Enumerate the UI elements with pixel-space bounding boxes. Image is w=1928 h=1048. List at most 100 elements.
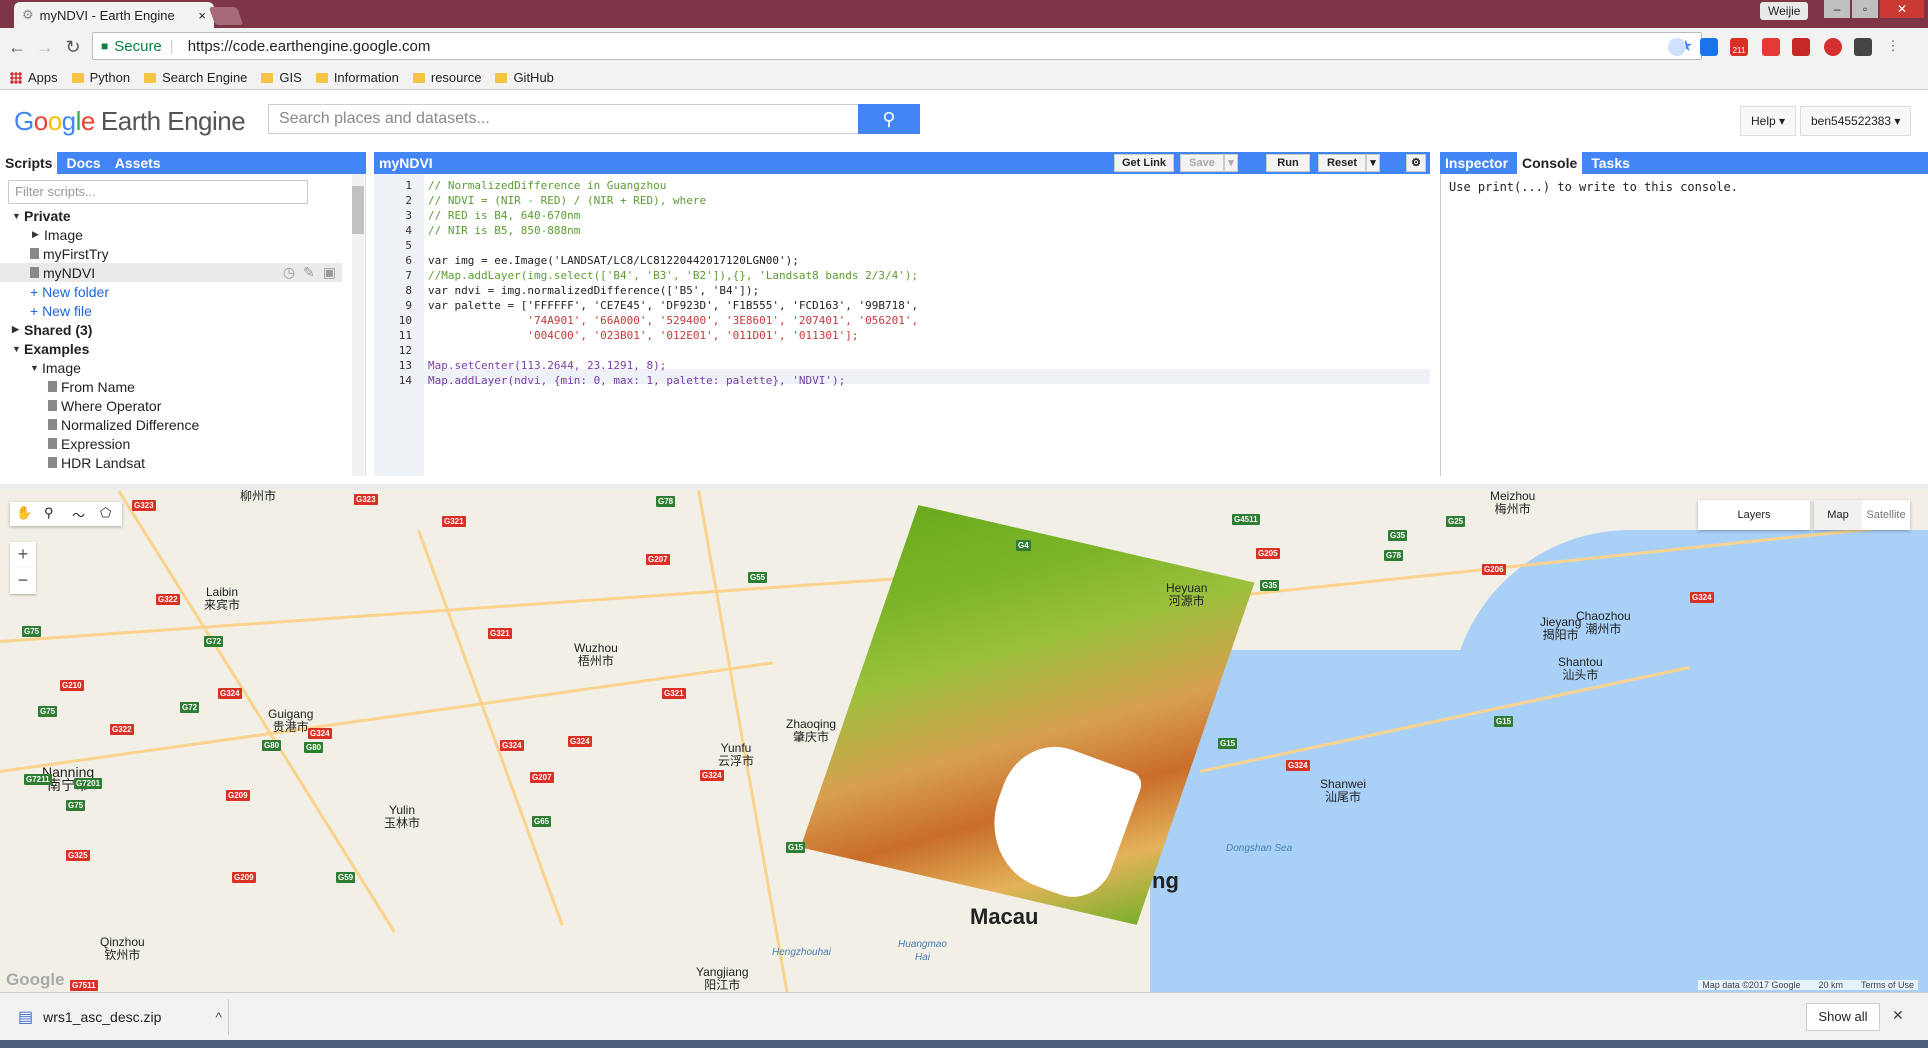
tree-file-myndvi[interactable]: myNDVI ◷ ✎ ▣	[0, 263, 342, 282]
new-file-link[interactable]: + New file	[0, 301, 350, 320]
new-tab-button[interactable]	[208, 7, 244, 25]
extension-globe-icon[interactable]	[1668, 38, 1686, 56]
settings-gear-icon[interactable]: ⚙	[1406, 154, 1426, 172]
tab-assets[interactable]: Assets	[110, 152, 166, 174]
account-button[interactable]: ben545522383 ▾	[1800, 106, 1912, 136]
reset-dropdown-icon[interactable]: ▾	[1366, 154, 1380, 172]
save-button[interactable]: Save	[1180, 154, 1224, 172]
get-link-button[interactable]: Get Link	[1114, 154, 1174, 172]
tree-label: Private	[24, 207, 71, 224]
bookmark-resource[interactable]: resource	[412, 70, 481, 85]
back-arrow-icon[interactable]: ←	[6, 36, 28, 58]
tree-example-where-operator[interactable]: Where Operator	[0, 396, 350, 415]
bookmark-github[interactable]: GitHub	[495, 70, 554, 85]
city-label: Zhaoqing 肇庆市	[786, 717, 837, 744]
tab-inspector[interactable]: Inspector	[1440, 152, 1513, 174]
download-item[interactable]: ▤ wrs1_asc_desc.zip ^	[18, 1007, 222, 1027]
highway-shield: G324	[1690, 592, 1714, 603]
file-icon	[48, 400, 57, 411]
extension-red-icon[interactable]	[1762, 38, 1780, 56]
filter-scripts-input[interactable]: Filter scripts...	[8, 180, 308, 204]
highway-shield: G324	[700, 770, 724, 781]
extension-diamond-icon[interactable]	[1700, 38, 1718, 56]
code-line: '74A901', '66A000', '529400', '3E8601', …	[428, 314, 919, 327]
tree-example-expression[interactable]: Expression	[0, 434, 350, 453]
close-window-icon[interactable]: ✕	[1880, 0, 1924, 18]
folder-icon	[144, 72, 157, 83]
line-number: 10	[398, 314, 412, 327]
highway-shield: G324	[308, 728, 332, 739]
polyline-icon[interactable]: 〜	[72, 505, 85, 524]
search-input[interactable]: Search places and datasets...	[268, 104, 860, 134]
tree-examples-image[interactable]: ▼ Image	[0, 358, 350, 377]
adblock-icon[interactable]	[1824, 38, 1842, 56]
tree-shared[interactable]: ▶ Shared (3)	[0, 320, 350, 339]
google-earth-engine-logo[interactable]: Google Earth Engine	[14, 106, 246, 137]
map-type-map[interactable]: Map	[1814, 500, 1862, 530]
help-button[interactable]: Help ▾	[1740, 106, 1797, 136]
tab-tasks[interactable]: Tasks	[1586, 152, 1635, 174]
zoom-in-button[interactable]: +	[10, 542, 36, 568]
run-button[interactable]: Run	[1266, 154, 1310, 172]
highway-shield: G324	[568, 736, 592, 747]
layers-button[interactable]: Layers	[1698, 500, 1810, 530]
tree-example-normalized-difference[interactable]: Normalized Difference	[0, 415, 350, 434]
map-data-credit: Map data ©2017 Google	[1702, 980, 1801, 990]
delete-icon[interactable]: ▣	[323, 264, 336, 281]
bookmark-information[interactable]: Information	[315, 70, 399, 85]
bookmark-search-engine[interactable]: Search Engine	[144, 70, 247, 85]
tab-console[interactable]: Console	[1517, 152, 1583, 174]
show-all-button[interactable]: Show all	[1806, 1003, 1880, 1031]
gmail-extension-icon[interactable]: 211	[1730, 38, 1748, 56]
tree-label: Where Operator	[61, 397, 162, 414]
bookmark-apps[interactable]: Apps	[10, 70, 58, 85]
tree-private[interactable]: ▼ Private	[0, 206, 350, 225]
reload-icon[interactable]: ↻	[62, 36, 84, 58]
highway-shield: G205	[1256, 548, 1280, 559]
bookmark-python[interactable]: Python	[71, 70, 130, 85]
search-icon[interactable]: ⚲	[858, 104, 920, 134]
marker-pin-icon[interactable]: ⚲	[44, 505, 54, 521]
bookmark-label: GitHub	[513, 70, 554, 85]
new-folder-link[interactable]: + New folder	[0, 282, 350, 301]
address-bar[interactable]: ■ Secure | https://code.earthengine.goog…	[92, 32, 1702, 60]
rename-icon[interactable]: ✎	[303, 264, 315, 281]
city-label: Shantou 汕头市	[1558, 655, 1603, 682]
tree-example-from-name[interactable]: From Name	[0, 377, 350, 396]
evernote-icon[interactable]	[1854, 38, 1872, 56]
code-line: //Map.addLayer(img.select(['B4', 'B3', '…	[428, 269, 919, 282]
forward-arrow-icon[interactable]: →	[34, 36, 56, 58]
close-downloads-icon[interactable]: ✕	[1892, 1007, 1904, 1024]
tree-example-hdr-landsat[interactable]: HDR Landsat	[0, 453, 350, 472]
map-type-toggle: Map Satellite	[1814, 500, 1910, 530]
tree-examples[interactable]: ▼ Examples	[0, 339, 350, 358]
reset-button[interactable]: Reset	[1318, 154, 1366, 172]
chevron-up-icon[interactable]: ^	[215, 1009, 222, 1025]
extension-bookmark-icon[interactable]	[1792, 38, 1810, 56]
history-icon[interactable]: ◷	[283, 264, 295, 281]
tab-scripts[interactable]: Scripts	[0, 152, 58, 174]
hand-pan-icon[interactable]: ✋	[16, 505, 32, 521]
map-type-satellite[interactable]: Satellite	[1862, 500, 1910, 530]
tab-docs[interactable]: Docs	[61, 152, 105, 174]
scripts-scrollbar-thumb[interactable]	[352, 186, 364, 234]
line-number: 9	[405, 299, 412, 312]
save-dropdown-icon[interactable]: ▾	[1224, 154, 1238, 172]
bookmark-gis[interactable]: GIS	[261, 70, 302, 85]
highway-shield: G78	[1384, 550, 1404, 561]
maximize-window-icon[interactable]: ▫	[1852, 0, 1878, 18]
zoom-out-button[interactable]: −	[10, 568, 36, 594]
city-label: Meizhou 梅州市	[1490, 489, 1536, 516]
tree-image-folder[interactable]: ▶ Image	[0, 225, 350, 244]
code-editor[interactable]: 1 2 3 4 5 6 7 8 9 10 11 12 13 14 // Norm…	[374, 174, 1430, 476]
profile-button[interactable]: Weijie	[1760, 2, 1809, 20]
terms-link[interactable]: Terms of Use	[1861, 980, 1914, 990]
map-view[interactable]: 柳州市 Laibin 来宾市 Wuzhou 梧州市 Guigang 贵港市 Na…	[0, 484, 1928, 992]
menu-kebab-icon[interactable]: ⋮	[1884, 38, 1902, 56]
browser-tab-myndvi[interactable]: ⚙ myNDVI - Earth Engine ×	[14, 2, 214, 28]
download-filename: wrs1_asc_desc.zip	[43, 1009, 162, 1025]
tab-close-icon[interactable]: ×	[198, 8, 206, 23]
polygon-icon[interactable]: ⬠	[100, 505, 111, 521]
minimize-window-icon[interactable]: –	[1824, 0, 1850, 18]
tree-file-myfirsttry[interactable]: myFirstTry	[0, 244, 350, 263]
